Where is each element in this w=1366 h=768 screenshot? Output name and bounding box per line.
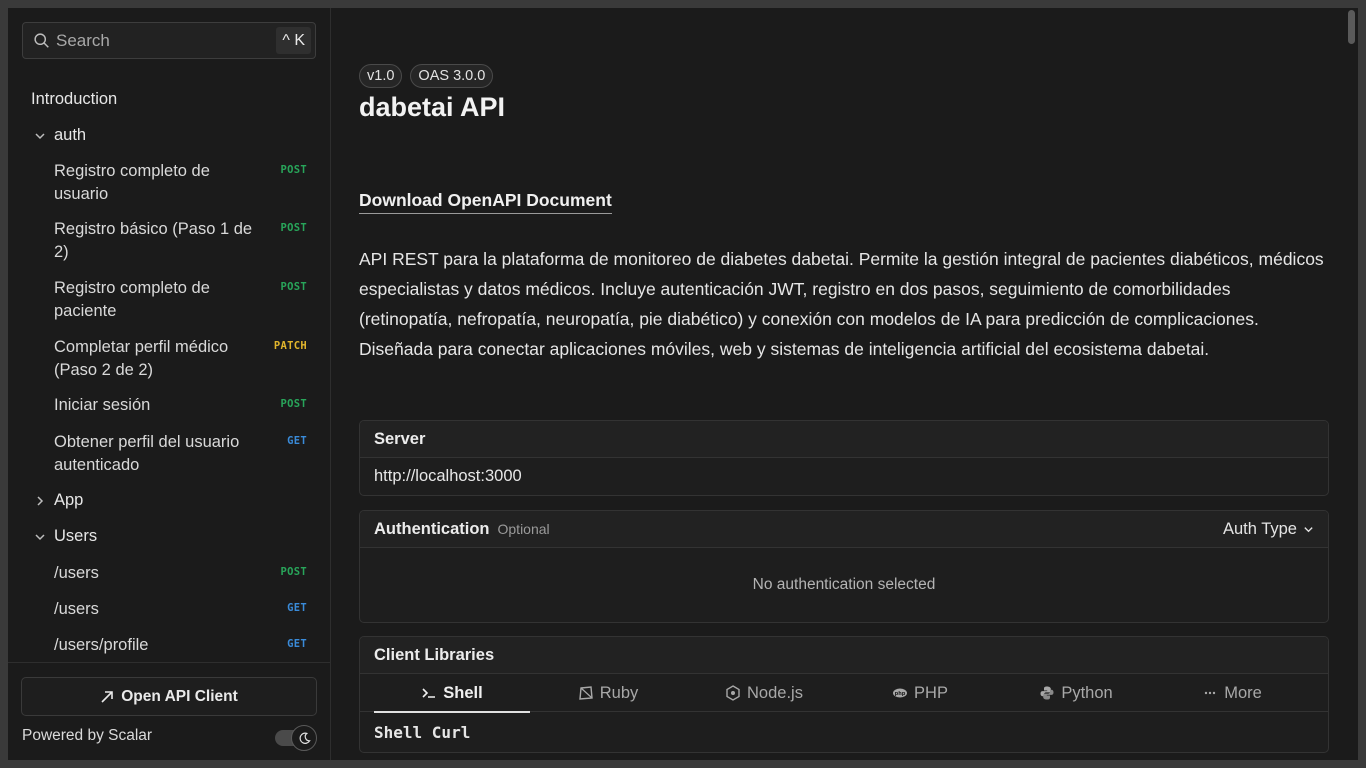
- tab-label: Node.js: [747, 683, 803, 702]
- method-badge: GET: [287, 638, 307, 650]
- optional-label: Optional: [497, 521, 550, 537]
- endpoint-label: Completar perfil médico (Paso 2 de 2): [54, 338, 229, 379]
- sidebar-item-endpoint[interactable]: Registro básico (Paso 1 de 2) POST: [8, 218, 331, 264]
- powered-by-link[interactable]: Powered by Scalar: [22, 727, 152, 745]
- sidebar-group-label: App: [54, 491, 84, 509]
- endpoint-label: /users: [54, 564, 99, 582]
- client-libraries-card: Client Libraries Shell Ruby Node.js php …: [359, 636, 1329, 753]
- tab-nodejs[interactable]: Node.js: [686, 674, 842, 712]
- sidebar-group-users[interactable]: Users: [8, 525, 331, 548]
- method-badge: PATCH: [273, 340, 307, 352]
- chevron-down-icon: [35, 534, 45, 541]
- chevron-down-icon: [1304, 527, 1313, 533]
- sidebar-footer: Open API Client Powered by Scalar: [8, 662, 331, 760]
- sidebar-item-endpoint[interactable]: Obtener perfil del usuario autenticado G…: [8, 431, 331, 477]
- endpoint-label: /users: [54, 600, 99, 618]
- moon-icon: [299, 732, 311, 744]
- version-tags: v1.0 OAS 3.0.0: [359, 64, 494, 88]
- server-url: http://localhost:3000: [374, 467, 522, 485]
- method-badge: POST: [280, 222, 307, 234]
- sidebar-item-introduction[interactable]: Introduction: [8, 88, 331, 111]
- toggle-knob: [291, 725, 317, 751]
- search-input[interactable]: Search ^ K: [22, 22, 316, 59]
- app-window: Search ^ K Introduction auth Registro co…: [8, 8, 1358, 760]
- sidebar-group-label: Users: [54, 527, 98, 545]
- no-auth-text: No authentication selected: [752, 576, 936, 593]
- nodejs-icon: [726, 685, 740, 701]
- endpoint-label: Registro completo de usuario: [54, 162, 210, 203]
- tab-label: PHP: [914, 683, 948, 702]
- main-content: v1.0 OAS 3.0.0 dabetai API Download Open…: [332, 8, 1358, 760]
- chevron-right-icon: [37, 496, 44, 506]
- dark-mode-toggle[interactable]: [275, 725, 317, 751]
- method-badge: GET: [287, 435, 307, 447]
- ruby-icon: [578, 686, 593, 700]
- tab-label: More: [1224, 683, 1262, 702]
- sidebar-item-label: Introduction: [31, 90, 118, 108]
- tab-python[interactable]: Python: [998, 674, 1154, 712]
- sidebar-item-endpoint[interactable]: /users GET: [8, 598, 331, 622]
- method-badge: POST: [280, 566, 307, 578]
- endpoint-label: Registro completo de paciente: [54, 279, 210, 320]
- client-tabs: Shell Ruby Node.js php PHP Python More: [360, 674, 1328, 713]
- endpoint-label: Obtener perfil del usuario autenticado: [54, 433, 240, 474]
- search-shortcut-badge: ^ K: [276, 27, 311, 54]
- client-libraries-heading: Client Libraries: [360, 637, 1328, 674]
- python-icon: [1040, 686, 1054, 700]
- search-placeholder: Search: [56, 30, 110, 50]
- method-badge: POST: [280, 398, 307, 410]
- authentication-header: Authentication Optional Auth Type: [360, 511, 1328, 548]
- version-badge: v1.0: [359, 64, 403, 88]
- chevron-down-icon: [35, 133, 45, 140]
- tab-label: Ruby: [599, 683, 639, 702]
- auth-type-label: Auth Type: [1222, 520, 1297, 538]
- server-heading: Server: [360, 421, 1328, 458]
- tab-php[interactable]: php PHP: [842, 674, 998, 712]
- no-auth-message: No authentication selected: [360, 548, 1328, 622]
- tab-label: Shell: [443, 683, 483, 702]
- sidebar-item-endpoint[interactable]: Iniciar sesión POST: [8, 394, 331, 418]
- sidebar-item-endpoint[interactable]: Registro completo de usuario POST: [8, 160, 331, 206]
- tab-more[interactable]: More: [1154, 674, 1310, 712]
- sidebar-group-label: auth: [54, 126, 87, 144]
- scrollbar[interactable]: [1348, 10, 1355, 44]
- method-badge: POST: [280, 164, 307, 176]
- terminal-icon: [422, 688, 436, 698]
- sidebar-item-endpoint[interactable]: /users POST: [8, 562, 331, 586]
- method-badge: POST: [280, 281, 307, 293]
- tab-ruby[interactable]: Ruby: [530, 674, 686, 712]
- ellipsis-icon: [1205, 691, 1216, 695]
- sidebar-item-endpoint[interactable]: Registro completo de paciente POST: [8, 277, 331, 323]
- sidebar-group-auth[interactable]: auth: [8, 124, 331, 147]
- php-icon: php: [893, 688, 908, 698]
- api-description: API REST para la plataforma de monitoreo…: [359, 249, 1324, 359]
- client-subtitle: Shell Curl: [374, 722, 471, 742]
- open-api-client-label: Open API Client: [121, 687, 238, 705]
- open-api-client-button[interactable]: Open API Client: [21, 677, 317, 716]
- authentication-heading: Authentication: [374, 519, 490, 538]
- sidebar-item-endpoint[interactable]: Completar perfil médico (Paso 2 de 2) PA…: [8, 336, 331, 382]
- search-icon: [34, 33, 49, 48]
- sidebar: Search ^ K Introduction auth Registro co…: [8, 8, 331, 760]
- method-badge: GET: [287, 602, 307, 614]
- endpoint-label: /users/profile: [54, 636, 149, 654]
- sidebar-group-app[interactable]: App: [8, 489, 331, 512]
- authentication-card: Authentication Optional Auth Type No aut…: [359, 510, 1329, 623]
- tab-shell[interactable]: Shell: [374, 674, 530, 713]
- download-openapi-link[interactable]: Download OpenAPI Document: [359, 190, 612, 214]
- server-url-select[interactable]: http://localhost:3000: [360, 458, 1328, 495]
- oas-badge: OAS 3.0.0: [410, 64, 494, 88]
- svg-text:php: php: [895, 691, 906, 697]
- endpoint-label: Iniciar sesión: [54, 396, 151, 414]
- tab-label: Python: [1061, 683, 1113, 702]
- sidebar-nav: Introduction auth Registro completo de u…: [8, 72, 331, 662]
- page-title: dabetai API: [359, 92, 506, 122]
- sidebar-item-endpoint[interactable]: /users/profile GET: [8, 634, 331, 658]
- endpoint-label: Registro básico (Paso 1 de 2): [54, 220, 253, 261]
- auth-type-dropdown[interactable]: Auth Type: [1223, 511, 1314, 548]
- server-card: Server http://localhost:3000: [359, 420, 1329, 496]
- arrow-up-right-icon: [101, 690, 114, 703]
